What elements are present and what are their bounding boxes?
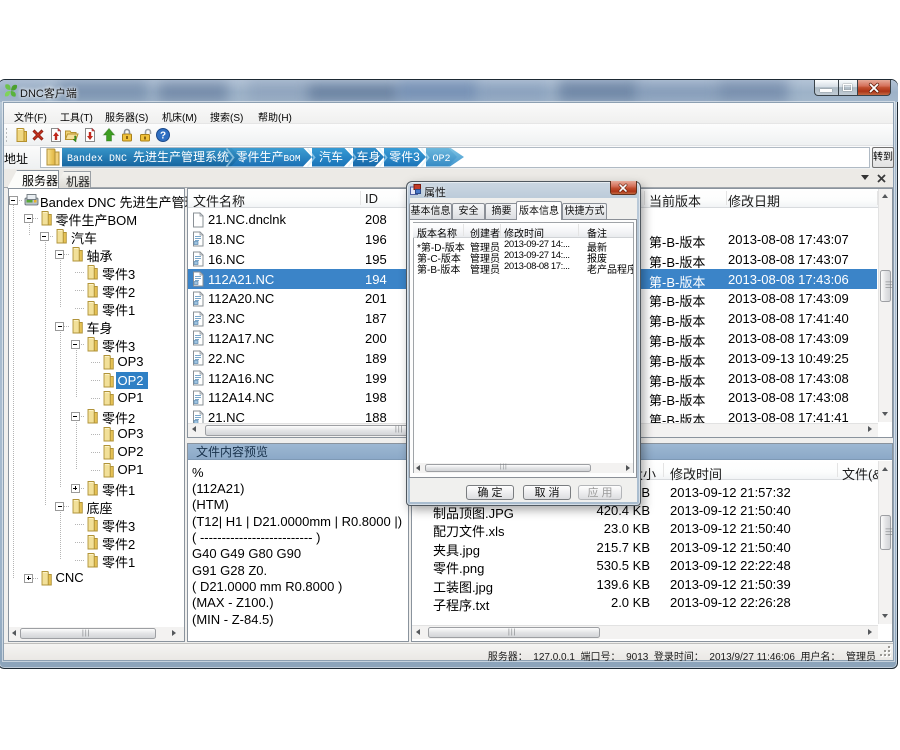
svg-text:?: ?	[160, 131, 166, 142]
